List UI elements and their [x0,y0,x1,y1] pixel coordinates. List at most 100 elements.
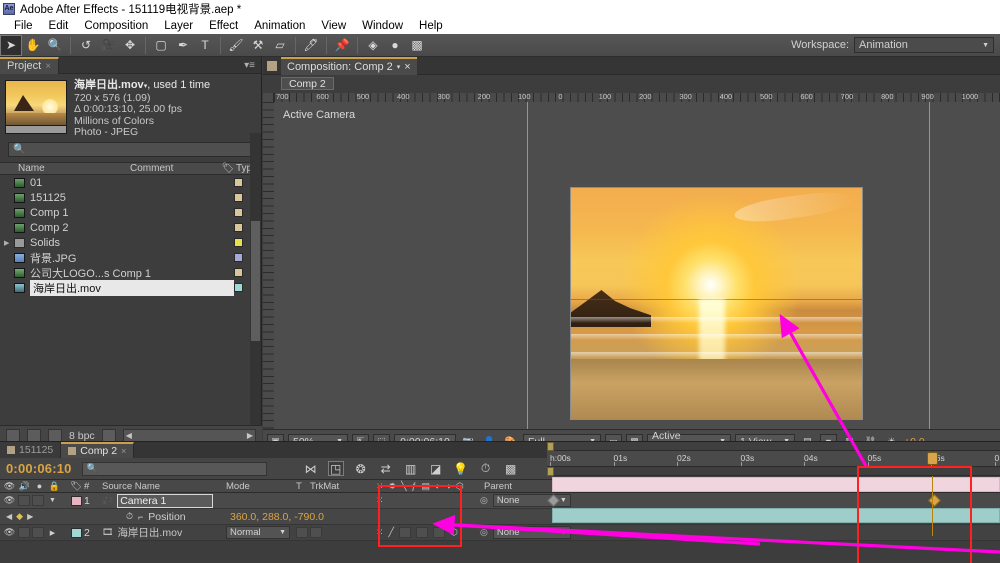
label-swatch[interactable] [234,193,243,202]
layer-trkmat-cell[interactable] [310,525,372,540]
lock-toggle[interactable]: ▶ [46,529,59,537]
stopwatch-icon[interactable]: ⏱ [126,511,133,522]
snapping-dot-icon[interactable]: ● [384,35,406,56]
toggle-transparency-grid-icon[interactable]: ◈ [362,35,384,56]
lock-toggle[interactable]: ▼ [46,497,59,504]
puppet-pin-tool-icon[interactable]: 📌 [331,35,353,56]
enable-frame-blending-icon[interactable]: ⇄ [378,461,394,476]
label-swatch[interactable] [234,253,243,262]
rotation-tool-icon[interactable]: ↺ [75,35,97,56]
selection-tool-icon[interactable]: ➤ [0,35,22,56]
solo-toggle[interactable] [32,495,44,506]
layer-mode-cell[interactable]: Normal ▼ [226,525,296,540]
list-item[interactable]: ▶ Solids [0,235,261,250]
tab-151125[interactable]: 151125 [0,442,61,458]
list-item[interactable]: 公司大LOGO...s Comp 1 [0,265,261,280]
vertical-ruler[interactable] [263,102,274,429]
brush-panel-icon[interactable]: ▩ [406,35,428,56]
track-matte-select[interactable] [310,527,322,538]
preserve-transparency-toggle[interactable] [296,527,308,538]
layer-label-color[interactable] [68,525,84,540]
work-area-start-handle[interactable] [547,442,554,451]
text-tool-icon[interactable]: T [194,35,216,56]
pan-behind-tool-icon[interactable]: ✥ [119,35,141,56]
label-swatch[interactable] [234,223,243,232]
keyframe-toggle-icon[interactable]: ◆ [16,511,23,522]
clone-stamp-tool-icon[interactable]: ⚒ [247,35,269,56]
parent-pickwhip-icon[interactable]: ◎ [480,527,488,538]
list-item[interactable]: Comp 1 [0,205,261,220]
roto-brush-tool-icon[interactable]: 🖊 [300,35,322,56]
eye-icon[interactable]: 👁 [3,527,16,538]
layer-name-cell[interactable]: 🎥 Camera 1 [98,493,226,508]
scroll-left-icon[interactable]: ◀ [126,431,132,440]
keyframe-marker[interactable] [547,494,560,507]
tab-project[interactable]: Project × [0,57,59,74]
label-swatch[interactable] [234,268,243,277]
menu-animation[interactable]: Animation [246,20,313,32]
project-search-input[interactable]: 🔍 [8,142,253,157]
label-swatch[interactable] [234,178,243,187]
close-icon[interactable]: × [121,446,126,456]
brush-tool-icon[interactable]: 🖌 [225,35,247,56]
eraser-tool-icon[interactable]: ▱ [269,35,291,56]
brainstorm-icon[interactable]: 💡 [453,461,469,476]
solo-toggle[interactable] [32,527,44,538]
menu-help[interactable]: Help [411,20,451,32]
column-comment[interactable]: Comment [130,163,220,174]
audio-toggle[interactable] [18,527,30,538]
next-keyframe-icon[interactable]: ▶ [27,512,33,521]
scrollbar-thumb[interactable] [251,221,260,341]
hand-tool-icon[interactable]: ✋ [22,35,44,56]
nav-start-handle[interactable] [547,467,554,476]
enable-motion-blur-icon[interactable]: ▥ [403,461,419,476]
lock-icon[interactable] [267,61,277,71]
timeline-time-ruler[interactable]: h:00s01s02s03s04s05s06s0 [547,451,1000,467]
list-item[interactable]: Comp 2 [0,220,261,235]
property-value-cell[interactable]: 360.0, 288.0, -790.0 [226,509,376,524]
layer-name[interactable]: 海岸日出.mov [117,525,182,540]
timeline-current-time[interactable]: 0:00:06:10 [0,461,82,476]
list-item[interactable]: 海岸日出.mov [0,280,261,295]
tab-comp2[interactable]: Comp 2 × [61,442,134,458]
menu-composition[interactable]: Composition [76,20,156,32]
shape-tool-icon[interactable]: ▢ [150,35,172,56]
zoom-tool-icon[interactable]: 🔍 [44,35,66,56]
layer-t-cell[interactable] [296,525,310,540]
twirl-icon[interactable]: ▶ [4,239,14,247]
hide-shy-layers-icon[interactable]: ❂ [353,461,369,476]
value-graph-icon[interactable]: ⌐ [138,512,143,522]
camera-tool-icon[interactable]: 🎥 [97,35,119,56]
close-icon[interactable]: × [45,61,51,72]
eye-icon[interactable]: 👁 [3,495,16,506]
playhead-handle[interactable] [927,452,938,465]
menu-layer[interactable]: Layer [156,20,201,32]
audio-toggle[interactable] [18,495,30,506]
timeline-work-area-bar[interactable] [547,442,1000,451]
label-swatch[interactable] [234,283,243,292]
prev-keyframe-icon[interactable]: ◀ [6,512,12,521]
layer-label-color[interactable] [68,493,84,508]
position-value[interactable]: 360.0, 288.0, -790.0 [230,511,324,523]
trkmat-column-header[interactable]: TrkMat [310,480,372,492]
timeline-search-input[interactable]: 🔍 [82,462,267,476]
parent-pickwhip-icon[interactable]: ◎ [480,495,488,506]
menu-window[interactable]: Window [354,20,411,32]
list-item[interactable]: 背景.JPG [0,250,261,265]
bit-depth-label[interactable]: 8 bpc [69,430,95,442]
label-column-icon[interactable]: 🏷 [220,163,236,174]
workspace-select[interactable]: Animation ▼ [854,37,994,53]
horizontal-ruler[interactable]: 7006005004003002001000100200300400500600… [274,93,1000,102]
auto-keyframe-icon[interactable]: ⏱ [478,461,494,476]
label-swatch[interactable] [234,238,243,247]
chevron-down-icon[interactable]: ▾ [397,63,401,71]
composition-canvas[interactable]: Active Camera [274,102,1000,429]
blend-mode-select[interactable]: Normal ▼ [226,526,290,539]
layer-name[interactable]: Camera 1 [117,494,213,508]
project-panel-menu-icon[interactable]: ▾≡ [244,60,261,71]
mode-column-header[interactable]: Mode [226,480,296,492]
menu-edit[interactable]: Edit [41,20,77,32]
column-name[interactable]: Name [0,163,130,174]
list-item[interactable]: 151125 [0,190,261,205]
tab-composition-comp2[interactable]: Composition: Comp 2 ▾ × [281,57,417,75]
